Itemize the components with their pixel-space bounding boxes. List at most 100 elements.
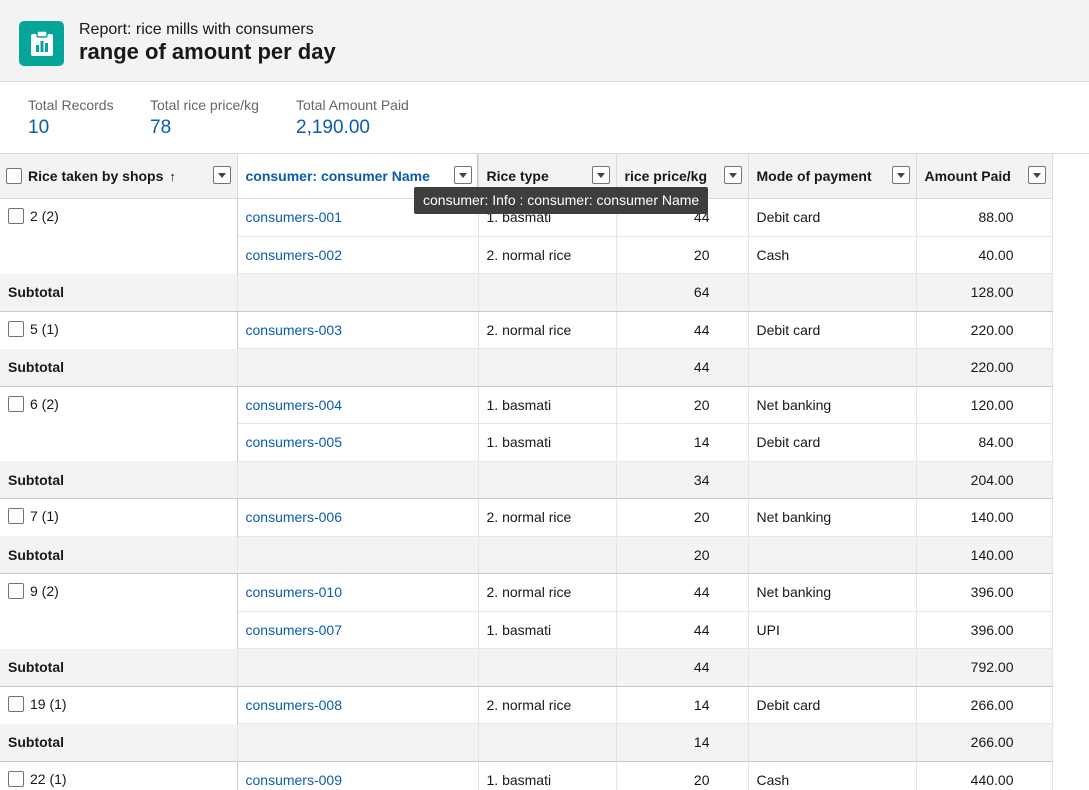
consumer-name-link[interactable]: consumers-005 [237,423,479,462]
metric-total-amount: Total Amount Paid 2,190.00 [296,97,409,139]
subtotal-amount: 140.00 [916,536,1053,574]
subtotal-amount: 220.00 [916,348,1053,387]
column-label: rice price/kg [624,168,708,184]
consumer-name-link[interactable]: consumers-003 [237,311,479,349]
subtotal-price: 14 [616,723,749,762]
report-table-wrap: Rice taken by shops ↑ consumer: consumer … [0,153,1089,790]
column-menu-button[interactable] [591,166,610,184]
group-label: 19 (1) [30,695,67,712]
subtotal-price: 44 [616,348,749,387]
group-checkbox[interactable] [8,508,24,524]
consumer-name-link[interactable]: consumers-010 [237,573,479,612]
column-label: Rice taken by shops [28,168,164,184]
group-checkbox[interactable] [8,770,24,787]
column-header-amount-paid[interactable]: Amount Paid [916,153,1053,199]
rice-type-cell: 1. basmati [478,761,617,790]
subtotal-label: Subtotal [0,723,238,762]
amount-paid-cell: 120.00 [916,386,1053,424]
group-checkbox[interactable] [8,395,24,412]
rice-price-cell: 44 [616,573,749,612]
report-title: range of amount per day [79,39,336,64]
column-menu-button[interactable] [212,166,231,184]
column-menu-button[interactable] [891,166,910,184]
group-label: 6 (2) [30,395,59,412]
subtotal-row: Subtotal 44 220.00 [0,348,1053,387]
group-label: 5 (1) [30,320,59,337]
subtotal-label: Subtotal [0,461,238,499]
group-checkbox[interactable] [8,208,24,224]
report-header: Report: rice mills with consumers range … [0,0,1089,82]
group-cell: 6 (2) [0,386,238,461]
table-row: 7 (1) consumers-006 2. normal rice 20 Net ba… [0,498,1053,537]
rice-price-cell: 20 [616,236,749,274]
consumer-name-link[interactable]: consumers-002 [237,236,479,274]
amount-paid-cell: 396.00 [916,611,1053,649]
consumer-name-link[interactable]: consumers-009 [237,761,479,790]
metric-label: Total Amount Paid [296,97,409,113]
summary-bar: Total Records 10 Total rice price/kg 78 … [0,83,1089,153]
metric-label: Total rice price/kg [150,97,259,113]
rice-price-cell: 14 [616,686,749,724]
rice-type-cell: 2. normal rice [478,236,617,274]
rice-type-cell: 1. basmati [478,611,617,649]
payment-mode-cell: Debit card [748,198,917,237]
amount-paid-cell: 84.00 [916,423,1053,462]
report-table: Rice taken by shops ↑ consumer: consumer … [0,153,1053,790]
select-all-checkbox[interactable] [6,168,22,184]
column-label: Mode of payment [756,168,872,184]
group-cell: 5 (1) [0,311,238,349]
rice-type-cell: 1. basmati [478,386,617,424]
table-row: 5 (1) consumers-003 2. normal rice 44 Debit … [0,311,1053,349]
rice-type-cell: 2. normal rice [478,686,617,724]
group-checkbox[interactable] [8,695,24,712]
amount-paid-cell: 396.00 [916,573,1053,612]
payment-mode-cell: Net banking [748,573,917,612]
column-menu-button[interactable] [1027,166,1046,184]
subtotal-row: Subtotal 14 266.00 [0,723,1053,762]
subtotal-row: Subtotal 44 792.00 [0,648,1053,687]
consumer-name-link[interactable]: consumers-004 [237,386,479,424]
rice-price-cell: 20 [616,386,749,424]
subtotal-price: 44 [616,648,749,687]
table-row: 6 (2) consumers-004 1. basmati 20 Net bankin… [0,386,1053,461]
report-icon [19,21,64,66]
consumer-name-link[interactable]: consumers-008 [237,686,479,724]
group-label: 9 (2) [30,583,59,599]
column-menu-button[interactable] [723,166,742,184]
report-eyebrow: Report: rice mills with consumers [79,21,314,38]
column-label: Rice type [486,168,549,184]
rice-type-cell: 2. normal rice [478,311,617,349]
payment-mode-cell: Net banking [748,386,917,424]
subtotal-amount: 128.00 [916,273,1053,312]
group-checkbox[interactable] [8,320,24,337]
group-label: 22 (1) [30,770,67,787]
subtotal-label: Subtotal [0,348,238,387]
rice-price-cell: 44 [616,311,749,349]
column-header-mode-of-payment[interactable]: Mode of payment [748,153,917,199]
consumer-name-link[interactable]: consumers-006 [237,498,479,537]
sort-ascending-icon: ↑ [169,169,176,184]
subtotal-amount: 266.00 [916,723,1053,762]
rice-price-cell: 20 [616,498,749,537]
table-row: 19 (1) consumers-008 2. normal rice 14 Debit… [0,686,1053,724]
group-cell: 7 (1) [0,498,238,536]
payment-mode-cell: Cash [748,236,917,274]
column-header-rice-taken[interactable]: Rice taken by shops ↑ [0,153,238,199]
group-cell: 2 (2) [0,198,238,274]
column-menu-button[interactable] [453,166,472,184]
metric-total-price: Total rice price/kg 78 [150,97,259,139]
metric-value: 78 [150,117,172,138]
amount-paid-cell: 440.00 [916,761,1053,790]
group-checkbox[interactable] [8,583,24,599]
column-label: consumer: consumer Name [245,168,430,184]
consumer-name-link[interactable]: consumers-007 [237,611,479,649]
subtotal-price: 20 [616,536,749,574]
column-label: Amount Paid [924,168,1011,184]
rice-price-cell: 14 [616,423,749,462]
subtotal-price: 34 [616,461,749,499]
subtotal-label: Subtotal [0,648,238,687]
payment-mode-cell: UPI [748,611,917,649]
amount-paid-cell: 88.00 [916,198,1053,237]
metric-value: 2,190.00 [296,117,370,138]
payment-mode-cell: Net banking [748,498,917,537]
